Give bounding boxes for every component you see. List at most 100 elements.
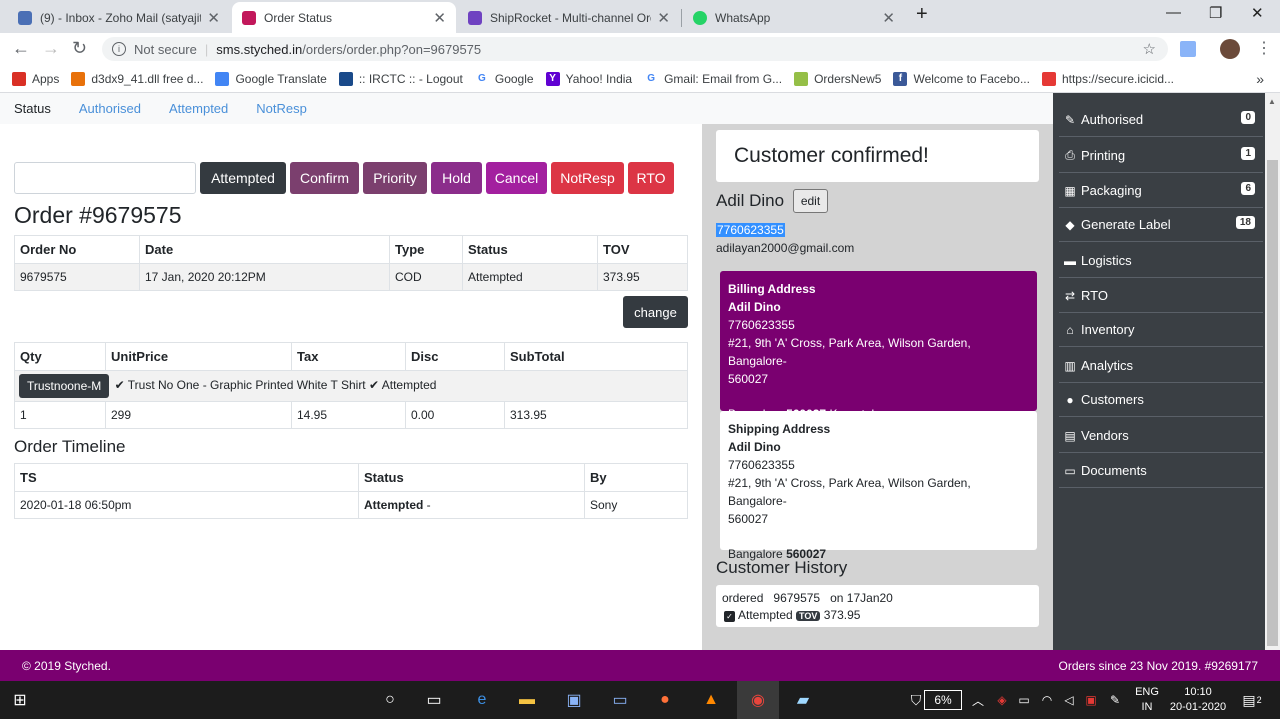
product-row: Trustnoone-M ✔ Trust No One - Graphic Pr… xyxy=(14,370,688,402)
bookmark-apps[interactable]: Apps xyxy=(12,71,60,86)
close-tab-icon[interactable]: ✕ xyxy=(207,9,220,27)
tab-shiprocket[interactable]: ShipRocket - Multi-channel Orde ✕ xyxy=(458,2,680,33)
nav-notresp[interactable]: NotResp xyxy=(256,101,307,116)
nav-attempted[interactable]: Attempted xyxy=(169,101,228,116)
rto-button[interactable]: RTO xyxy=(628,162,674,194)
notification-count: 2 xyxy=(1256,695,1262,705)
profile-avatar[interactable] xyxy=(1220,39,1240,59)
sidebar-item-logistics[interactable]: ▬ Logistics xyxy=(1059,244,1263,278)
bookmark-item[interactable]: d3dx9_41.dll free d... xyxy=(71,71,203,86)
sidebar-item-vendors[interactable]: ▤ Vendors xyxy=(1059,419,1263,453)
scrollbar[interactable]: ▲ xyxy=(1265,93,1280,650)
count-badge: 6 xyxy=(1241,182,1255,195)
sidebar-item-documents[interactable]: ▭ Documents xyxy=(1059,454,1263,488)
sidebar-item-label: Generate Label xyxy=(1081,217,1171,232)
bookmark-star-icon[interactable]: ☆ xyxy=(1143,40,1156,58)
shipping-address-card: Shipping Address Adil Dino 7760623355 #2… xyxy=(720,411,1037,561)
info-icon[interactable]: i xyxy=(112,42,126,56)
battery-indicator[interactable]: 6% xyxy=(924,690,962,710)
close-tab-icon[interactable]: ✕ xyxy=(657,9,670,27)
yahoo-icon: Y xyxy=(545,71,560,86)
tab-zoho-mail[interactable]: (9) - Inbox - Zoho Mail (satyajit.h ✕ xyxy=(8,2,230,33)
maximize-button[interactable]: ❐ xyxy=(1209,4,1222,22)
back-arrow-icon[interactable]: ← xyxy=(12,38,30,59)
sidebar-item-generate-label[interactable]: ◆ Generate Label 18 xyxy=(1059,208,1263,242)
nav-authorised[interactable]: Authorised xyxy=(79,101,141,116)
close-tab-icon[interactable]: ✕ xyxy=(882,9,895,27)
sidebar-item-packaging[interactable]: ▦ Packaging 6 xyxy=(1059,174,1263,208)
table-header-row: TS Status By xyxy=(14,463,688,492)
bookmark-item[interactable]: :: IRCTC :: - Logout xyxy=(338,71,463,86)
firefox-icon[interactable]: ● xyxy=(651,687,679,713)
bookmark-item[interactable]: https://secure.icicid... xyxy=(1041,71,1174,86)
confirm-button[interactable]: Confirm xyxy=(290,162,359,194)
clock[interactable]: 10:10 20-01-2020 xyxy=(1168,685,1228,715)
sidebar-item-analytics[interactable]: ▥ Analytics xyxy=(1059,349,1263,383)
close-tab-icon[interactable]: ✕ xyxy=(433,9,446,27)
sidebar-item-printing[interactable]: ⎙ Printing 1 xyxy=(1059,139,1263,173)
table-row: 1 299 14.95 0.00 313.95 xyxy=(14,401,688,429)
close-window-button[interactable]: ✕ xyxy=(1251,4,1264,22)
url-divider: | xyxy=(204,41,209,57)
tab-separator xyxy=(681,9,682,27)
file-explorer-icon[interactable]: ▬ xyxy=(513,687,541,713)
notification-icon[interactable]: ▤ 2 xyxy=(1238,687,1266,713)
customer-phone[interactable]: 7760623355 xyxy=(716,223,785,237)
bookmark-item[interactable]: Y Yahoo! India xyxy=(545,71,632,86)
task-view-icon[interactable]: ▭ xyxy=(420,687,448,713)
search-circle-icon[interactable]: ○ xyxy=(376,687,404,713)
store-icon[interactable]: ▣ xyxy=(560,687,588,713)
extension-icon[interactable] xyxy=(1180,41,1196,57)
billing-line1: #21, 9th 'A' Cross, Park Area, Wilson Ga… xyxy=(728,336,971,368)
tab-order-status[interactable]: Order Status ✕ xyxy=(232,2,456,33)
confirmation-banner: Customer confirmed! xyxy=(716,130,1039,182)
bookmark-item[interactable]: G Gmail: Email from G... xyxy=(644,71,782,86)
more-bookmarks-button[interactable]: » xyxy=(1256,71,1264,87)
bookmark-item[interactable]: G Google xyxy=(474,71,534,86)
cancel-button[interactable]: Cancel xyxy=(486,162,547,194)
scroll-up-arrow-icon[interactable]: ▲ xyxy=(1268,97,1276,106)
pen-icon[interactable]: ✎ xyxy=(1101,687,1129,713)
bookmark-item[interactable]: f Welcome to Facebo... xyxy=(893,71,1030,86)
sidebar-item-inventory[interactable]: ⌂ Inventory xyxy=(1059,313,1263,347)
priority-button[interactable]: Priority xyxy=(363,162,427,194)
forward-arrow-icon[interactable]: → xyxy=(42,38,60,59)
menu-dots-icon[interactable]: ⋮ xyxy=(1256,38,1272,58)
bookmark-label: Google Translate xyxy=(235,71,327,86)
windows-start-icon[interactable]: ⊞ xyxy=(6,687,34,713)
edit-button[interactable]: edit xyxy=(793,189,828,213)
computer-icon[interactable]: ▭ xyxy=(606,687,634,713)
bookmark-label: Apps xyxy=(32,71,60,86)
notresp-button[interactable]: NotResp xyxy=(551,162,624,194)
sidebar-item-authorised[interactable]: ✎ Authorised 0 xyxy=(1059,103,1263,137)
chrome-icon[interactable]: ◉ xyxy=(737,681,779,719)
notepad-icon[interactable]: ▰ xyxy=(789,687,817,713)
history-order-no[interactable]: 9679575 xyxy=(773,591,820,605)
scroll-thumb[interactable] xyxy=(1267,160,1278,646)
remarks-input[interactable] xyxy=(14,162,196,194)
bookmark-label: OrdersNew5 xyxy=(814,71,882,86)
tab-title: (9) - Inbox - Zoho Mail (satyajit.h xyxy=(40,10,202,25)
nav-status[interactable]: Status xyxy=(14,101,51,116)
sidebar-item-label: Inventory xyxy=(1081,322,1135,337)
sidebar-item-customers[interactable]: ● Customers xyxy=(1059,383,1263,417)
attempted-button[interactable]: Attempted xyxy=(200,162,286,194)
windows-taskbar: ⊞ ○ ▭ e ▬ ▣ ▭ ● ▲ ◉ ▰ ⛉ 6% ︿ ◈ ▭ ◠ ◁ ▣ ✎… xyxy=(0,681,1280,719)
language-indicator[interactable]: ENG IN xyxy=(1133,685,1161,715)
vlc-icon[interactable]: ▲ xyxy=(697,687,725,713)
print-icon: ⎙ xyxy=(1065,148,1075,162)
sku-badge[interactable]: Trustnoone-M xyxy=(19,374,110,398)
sidebar-item-rto[interactable]: ⇄ RTO xyxy=(1059,279,1263,313)
reload-icon[interactable]: ↻ xyxy=(72,38,87,59)
bookmark-item[interactable]: OrdersNew5 xyxy=(794,71,882,86)
language-code: ENG xyxy=(1135,686,1159,698)
new-tab-button[interactable]: + xyxy=(916,3,928,26)
tab-whatsapp[interactable]: WhatsApp ✕ xyxy=(683,2,905,33)
edge-icon[interactable]: e xyxy=(468,687,496,713)
change-button[interactable]: change xyxy=(623,296,688,328)
items-table: Qty UnitPrice Tax Disc SubTotal Trustnoo… xyxy=(14,342,688,429)
minimize-button[interactable]: — xyxy=(1166,4,1181,21)
hold-button[interactable]: Hold xyxy=(431,162,482,194)
address-bar[interactable]: i Not secure | sms.styched.in/orders/ord… xyxy=(102,37,1168,61)
bookmark-item[interactable]: Google Translate xyxy=(215,71,327,86)
